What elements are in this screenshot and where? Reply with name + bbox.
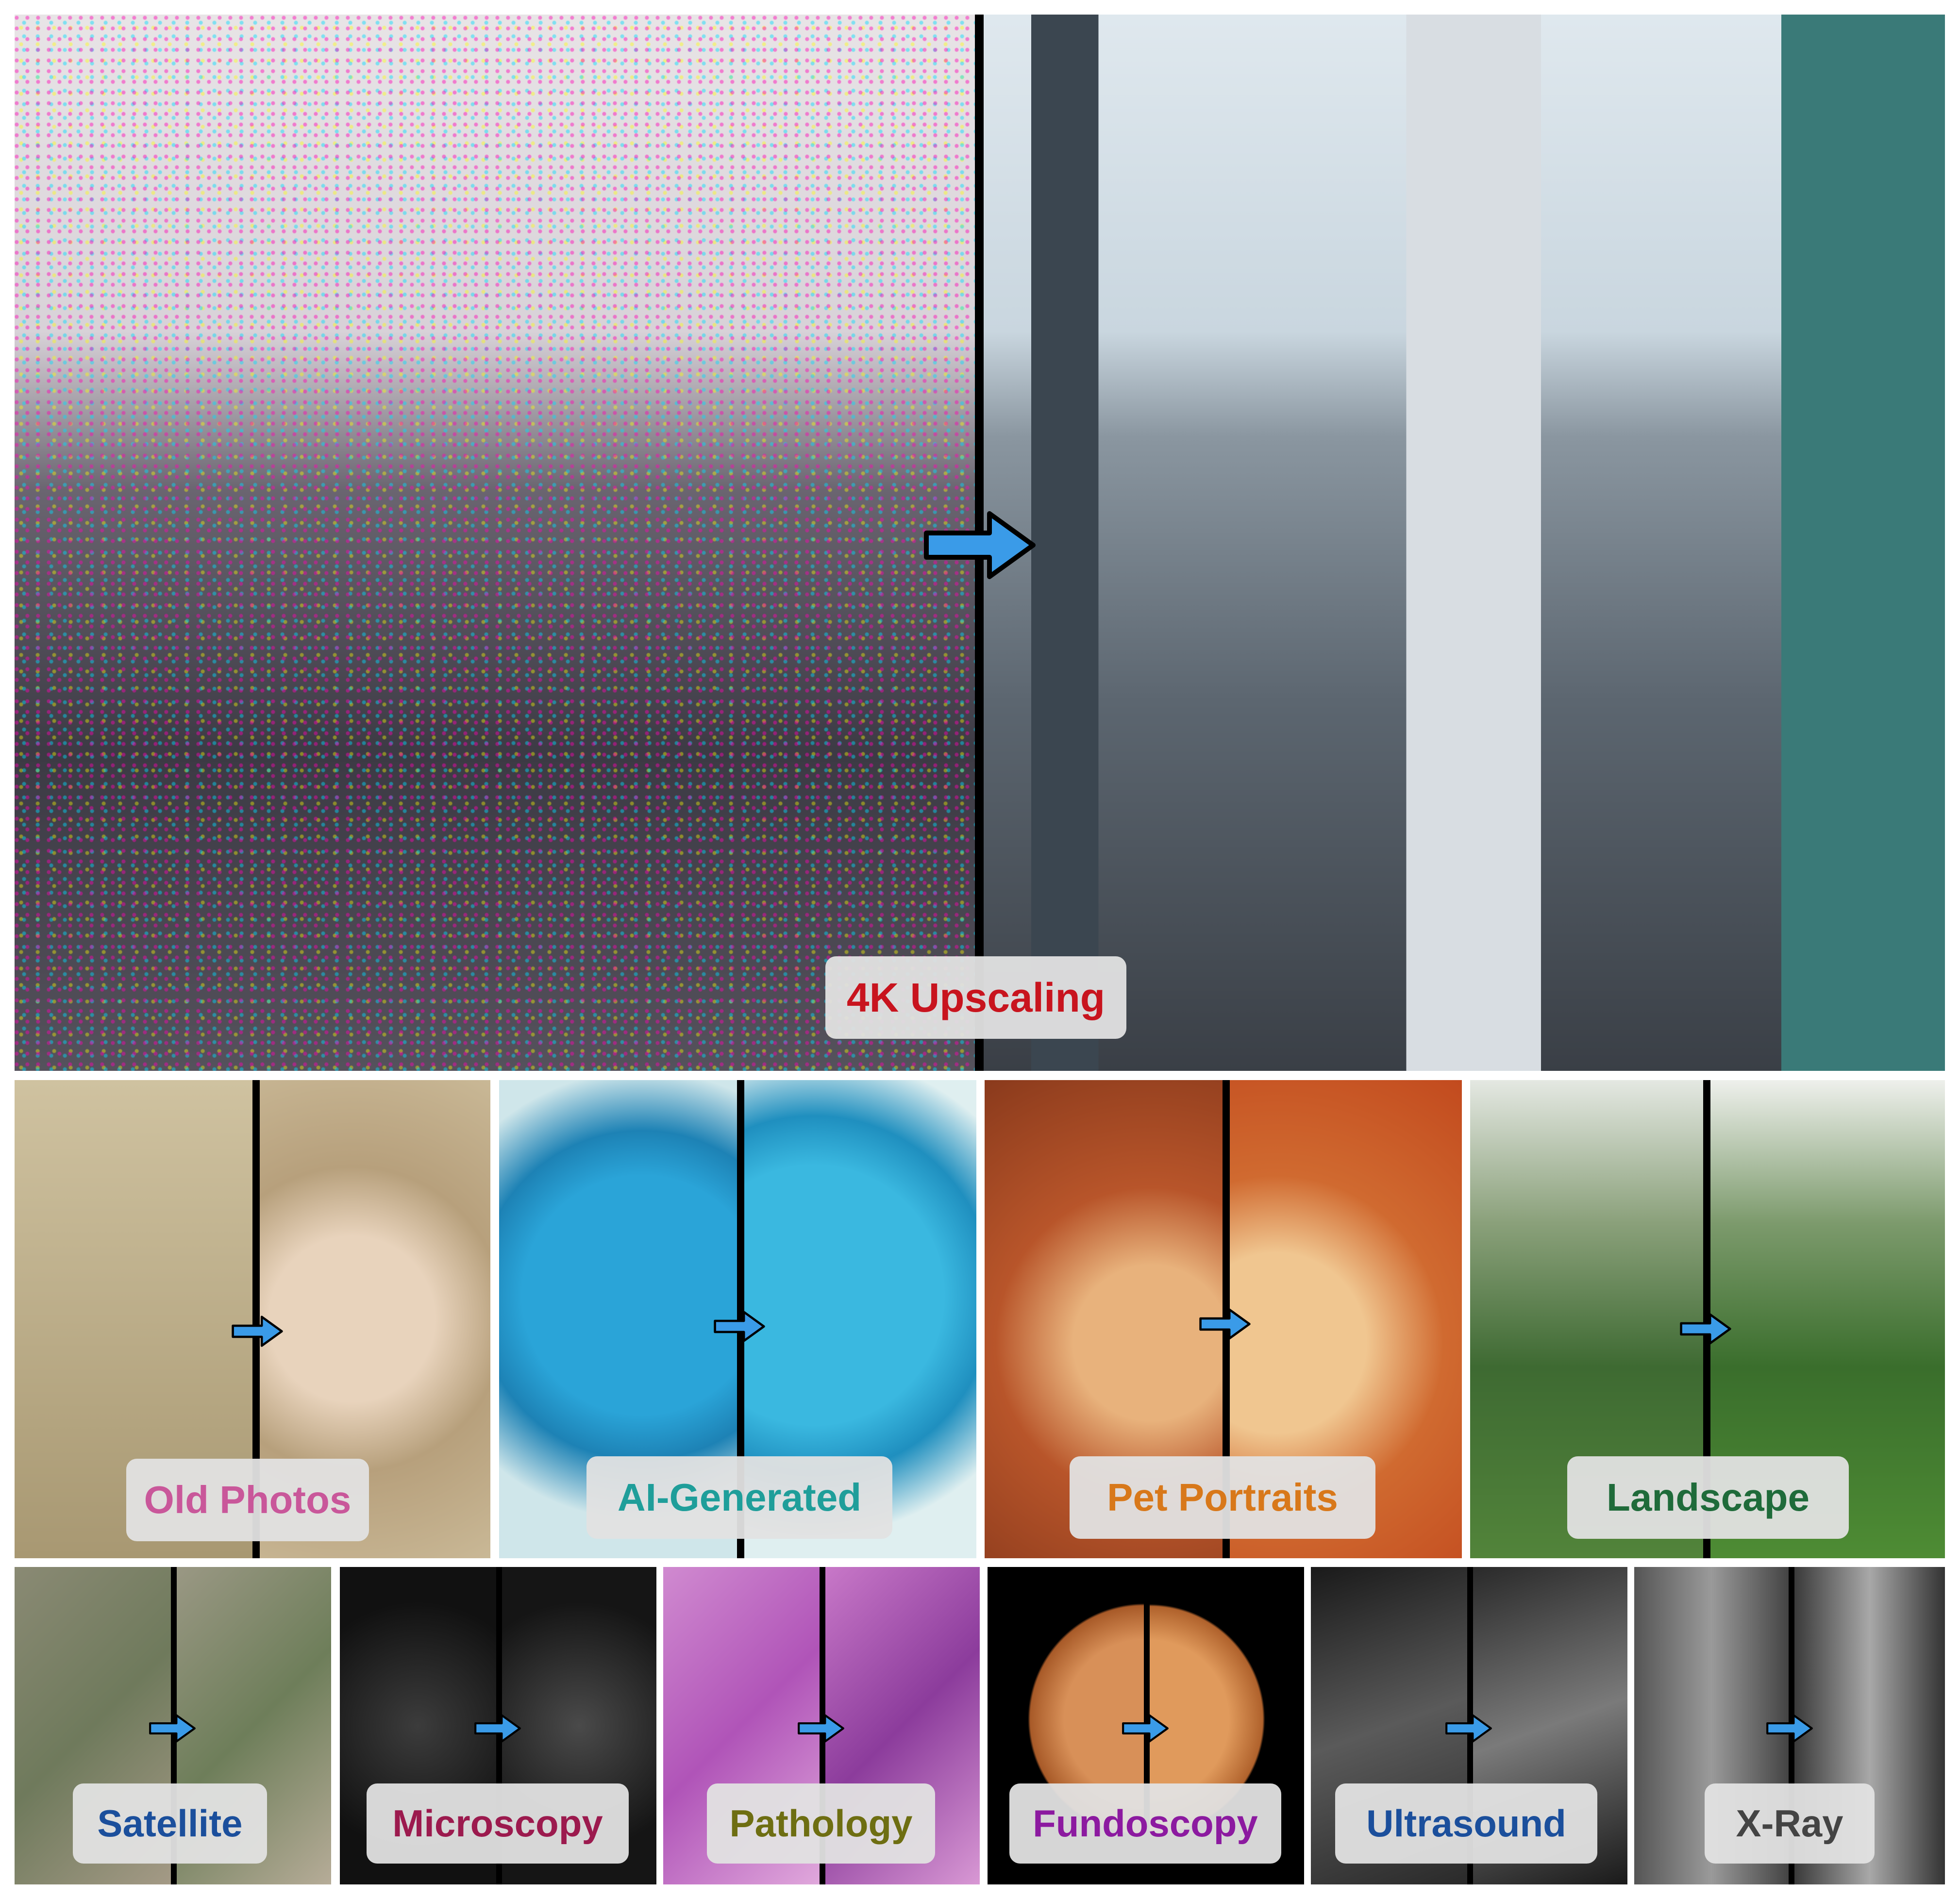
arrow-icon bbox=[232, 1316, 283, 1347]
example-label: Landscape bbox=[1567, 1456, 1849, 1539]
example-panel-pet-portraits: Pet Portraits bbox=[985, 1080, 1462, 1558]
example-panel-ai-generated: AI-Generated bbox=[499, 1080, 976, 1558]
arrow-icon bbox=[1199, 1308, 1251, 1340]
medical-label: Fundoscopy bbox=[1009, 1783, 1281, 1864]
example-label: Pet Portraits bbox=[1070, 1456, 1375, 1539]
medical-panel-ultrasound: Ultrasound bbox=[1311, 1567, 1627, 1884]
arrow-icon bbox=[474, 1714, 521, 1743]
medical-label: Pathology bbox=[707, 1783, 935, 1864]
arrow-icon bbox=[1680, 1313, 1731, 1345]
medical-label: X-Ray bbox=[1705, 1783, 1875, 1864]
hero-label: 4K Upscaling bbox=[825, 956, 1126, 1039]
arrow-icon bbox=[798, 1714, 844, 1743]
arrow-icon bbox=[924, 511, 1036, 579]
medical-label: Ultrasound bbox=[1335, 1783, 1597, 1864]
hero-panel: 4K Upscaling bbox=[15, 15, 1945, 1071]
medical-label: Satellite bbox=[73, 1783, 267, 1864]
arrow-icon bbox=[1445, 1714, 1492, 1743]
medical-label: Microscopy bbox=[367, 1783, 629, 1864]
example-panel-old-photos: Old Photos bbox=[15, 1080, 490, 1558]
arrow-icon bbox=[1766, 1714, 1813, 1743]
medical-panel-xray: X-Ray bbox=[1634, 1567, 1945, 1884]
medical-panel-satellite: Satellite bbox=[15, 1567, 331, 1884]
example-panel-landscape: Landscape bbox=[1470, 1080, 1945, 1558]
arrow-icon bbox=[149, 1714, 196, 1743]
arrow-icon bbox=[1122, 1714, 1169, 1743]
arrow-icon bbox=[714, 1311, 765, 1342]
medical-panel-fundoscopy: Fundoscopy bbox=[988, 1567, 1304, 1884]
medical-panel-pathology: Pathology bbox=[663, 1567, 980, 1884]
example-label: Old Photos bbox=[126, 1459, 369, 1541]
medical-panel-microscopy: Microscopy bbox=[340, 1567, 656, 1884]
hero-restored-image bbox=[983, 15, 1945, 1071]
example-label: AI-Generated bbox=[586, 1456, 892, 1539]
hero-degraded-image bbox=[15, 15, 975, 1071]
